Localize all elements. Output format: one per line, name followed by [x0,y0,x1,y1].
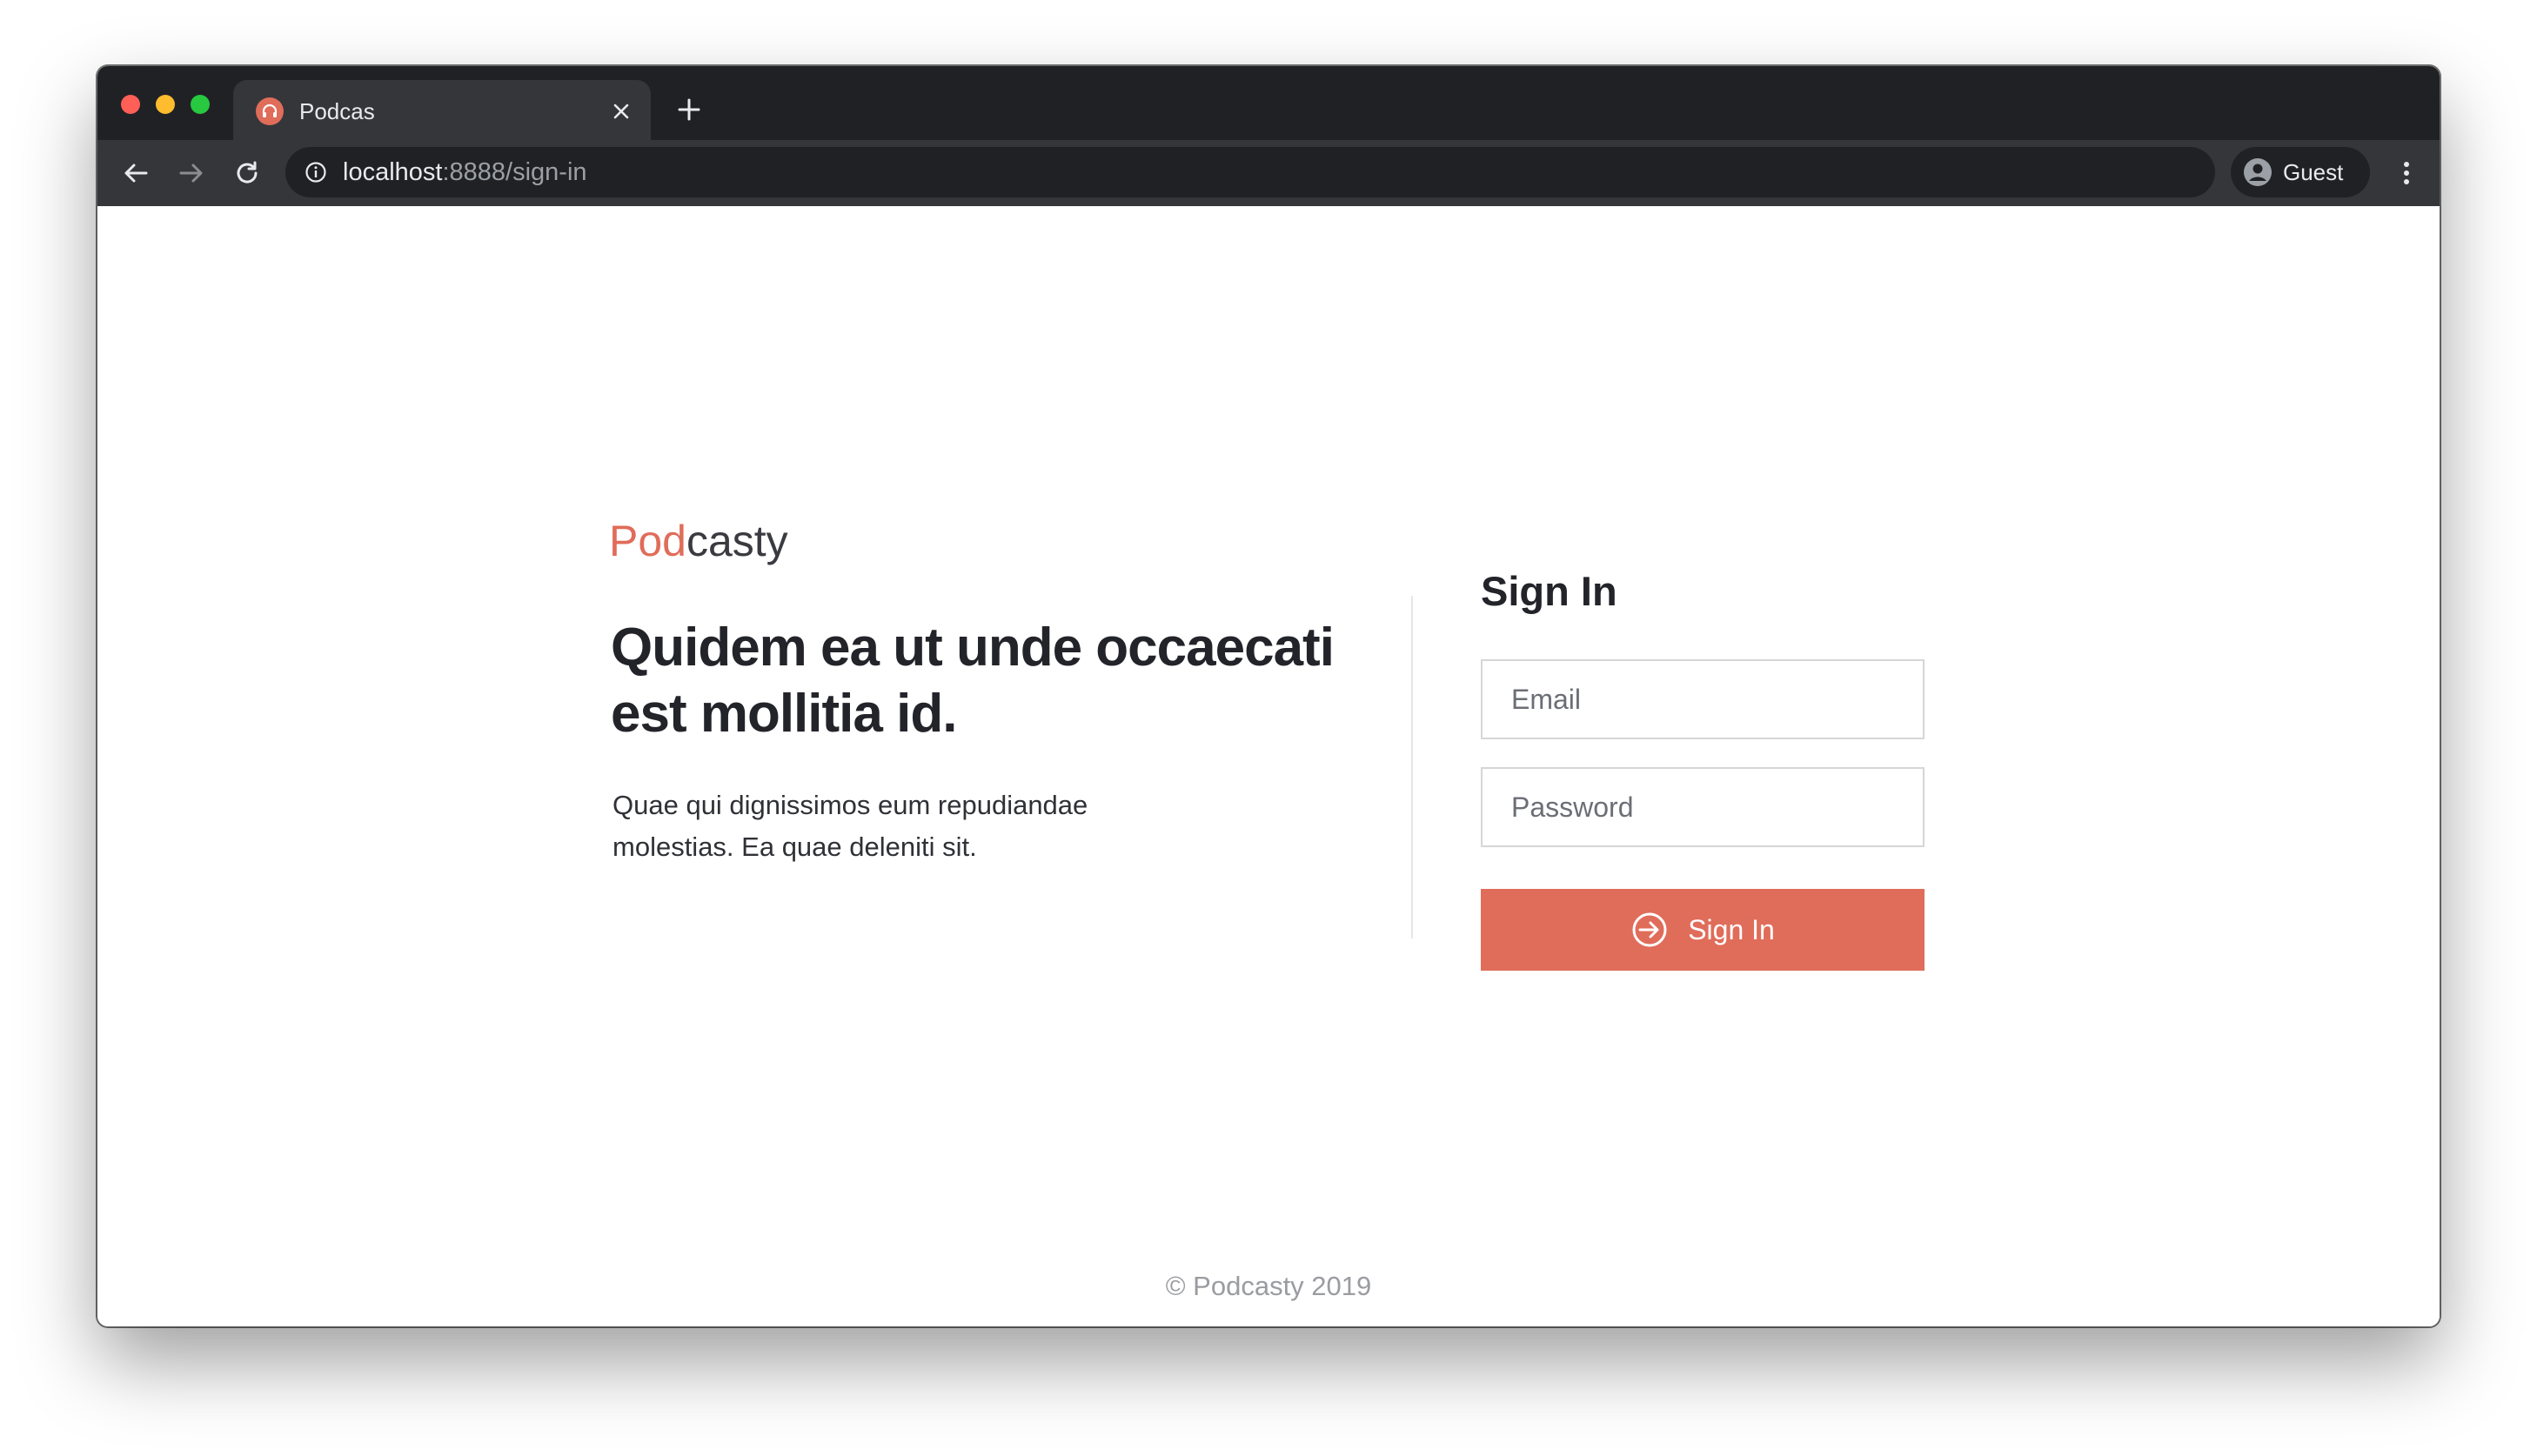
tab-title: Podcas [299,98,375,124]
vertical-divider [1411,596,1413,938]
copyright-footer: © Podcasty 2019 [1165,1271,1372,1301]
email-field[interactable] [1481,659,1925,739]
logo-text-casty: casty [686,519,788,565]
more-menu-icon[interactable] [2391,157,2422,189]
svg-text:Podcasty: Podcasty [609,519,788,565]
info-icon[interactable] [305,161,327,184]
back-arrow-icon[interactable] [120,157,151,189]
password-field[interactable] [1481,767,1925,847]
url-path: :8888/sign-in [442,158,587,186]
close-icon[interactable] [606,96,637,127]
sign-in-button-label: Sign In [1688,913,1775,945]
profile-button[interactable]: Guest [2231,147,2370,197]
browser-window: Podcas localhost:8888/sign-in Guest Podc… [97,66,2440,1326]
tab-strip: Podcas [97,66,2440,140]
sign-in-title: Sign In [1481,568,1617,614]
url-host: localhost [343,158,443,186]
logo-text-pod: Pod [609,519,686,565]
browser-toolbar: localhost:8888/sign-in Guest [97,140,2440,206]
page-content: Podcasty Quidem ea ut unde occaecati est… [97,206,2440,1326]
tab-podcasty[interactable]: Podcas [233,80,651,140]
podcast-favicon-icon [256,97,284,125]
sign-in-icon [1630,911,1669,949]
address-bar[interactable]: localhost:8888/sign-in [285,147,2215,197]
forward-arrow-icon[interactable] [176,157,207,189]
maximize-window-button[interactable] [191,95,210,114]
close-window-button[interactable] [121,95,140,114]
podcasty-logo: Podcasty [609,517,818,571]
screenshot-stage: Podcas localhost:8888/sign-in Guest Podc… [0,0,2537,1456]
sign-in-button[interactable]: Sign In [1481,889,1925,971]
account-circle-icon [2243,157,2273,187]
url-text[interactable]: localhost:8888/sign-in [343,158,587,186]
page-subtext: Quae qui dignissimos eum repudiandae mol… [612,790,1088,862]
new-tab-button[interactable] [672,92,706,127]
minimize-window-button[interactable] [156,95,175,114]
profile-label: Guest [2283,159,2344,185]
reload-icon[interactable] [231,157,263,189]
page-headline: Quidem ea ut unde occaecati est mollitia… [611,618,1335,744]
